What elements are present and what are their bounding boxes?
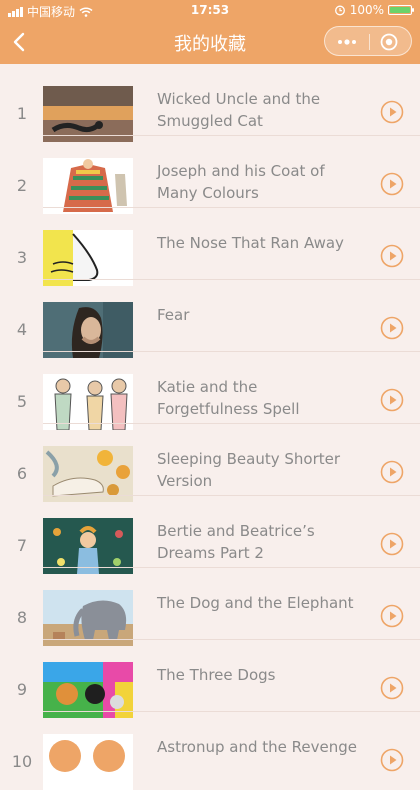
list-item[interactable]: 2 Joseph and his Coat of Many Colours: [0, 136, 420, 214]
item-index: 10: [11, 752, 33, 771]
play-icon[interactable]: [380, 388, 404, 412]
list-item[interactable]: 5 Katie and the Forgetfulness Spell: [0, 352, 420, 430]
item-title: Katie and the Forgetfulness Spell: [157, 378, 300, 418]
item-index: 5: [16, 392, 28, 411]
item-index: 8: [16, 608, 28, 627]
item-index: 6: [16, 464, 28, 483]
list-item[interactable]: 10 Astronup and the Revenge: [0, 712, 420, 790]
item-thumbnail: [43, 158, 133, 214]
play-icon[interactable]: [380, 748, 404, 772]
mini-program-capsule: [324, 26, 412, 56]
play-icon[interactable]: [380, 316, 404, 340]
item-thumbnail: [43, 518, 133, 574]
battery-percent: 100%: [349, 3, 384, 17]
list-item[interactable]: 9 The Three Dogs: [0, 640, 420, 718]
item-title: The Dog and the Elephant: [157, 594, 354, 612]
item-thumbnail: [43, 734, 133, 790]
item-index: 4: [16, 320, 28, 339]
item-index: 3: [16, 248, 28, 267]
item-thumbnail: [43, 446, 133, 502]
item-thumbnail: [43, 590, 133, 646]
item-title: Astronup and the Revenge: [157, 738, 357, 756]
play-icon[interactable]: [380, 100, 404, 124]
item-title: Wicked Uncle and the Smuggled Cat: [157, 90, 321, 130]
item-thumbnail: [43, 302, 133, 358]
header: 中国移动 17:53 100% 我的收藏: [0, 0, 420, 64]
list-item[interactable]: 4 Fear: [0, 280, 420, 358]
item-index: 9: [16, 680, 28, 699]
item-title: The Nose That Ran Away: [157, 234, 344, 252]
item-thumbnail: [43, 662, 133, 718]
status-right: 100%: [334, 3, 414, 17]
item-index: 7: [16, 536, 28, 555]
play-icon[interactable]: [380, 172, 404, 196]
play-icon[interactable]: [380, 532, 404, 556]
item-index: 2: [16, 176, 28, 195]
play-icon[interactable]: [380, 460, 404, 484]
alarm-icon: [334, 5, 345, 16]
item-index: 1: [16, 104, 28, 123]
item-title: The Three Dogs: [157, 666, 276, 684]
item-thumbnail: [43, 86, 133, 142]
item-title: Joseph and his Coat of Many Colours: [157, 162, 325, 202]
list-item[interactable]: 3 The Nose That Ran Away: [0, 208, 420, 286]
item-thumbnail: [43, 230, 133, 286]
list-item[interactable]: 1 Wicked Uncle and the Smuggled Cat: [0, 64, 420, 142]
favorites-list: 1 Wicked Uncle and the Smuggled Cat 2 Jo…: [0, 64, 420, 790]
item-title: Sleeping Beauty Shorter Version: [157, 450, 341, 490]
play-icon[interactable]: [380, 676, 404, 700]
capsule-divider: [369, 34, 370, 50]
list-item[interactable]: 7 Bertie and Beatrice’s Dreams Part 2: [0, 496, 420, 574]
play-icon[interactable]: [380, 244, 404, 268]
battery-icon: [388, 5, 414, 15]
close-miniprogram-icon[interactable]: [379, 32, 399, 52]
list-item[interactable]: 8 The Dog and the Elephant: [0, 568, 420, 646]
play-icon[interactable]: [380, 604, 404, 628]
status-bar: 中国移动 17:53 100%: [0, 0, 420, 22]
item-title: Fear: [157, 306, 190, 324]
list-item[interactable]: 6 Sleeping Beauty Shorter Version: [0, 424, 420, 502]
more-icon[interactable]: [335, 34, 359, 50]
item-title: Bertie and Beatrice’s Dreams Part 2: [157, 522, 315, 562]
item-thumbnail: [43, 374, 133, 430]
